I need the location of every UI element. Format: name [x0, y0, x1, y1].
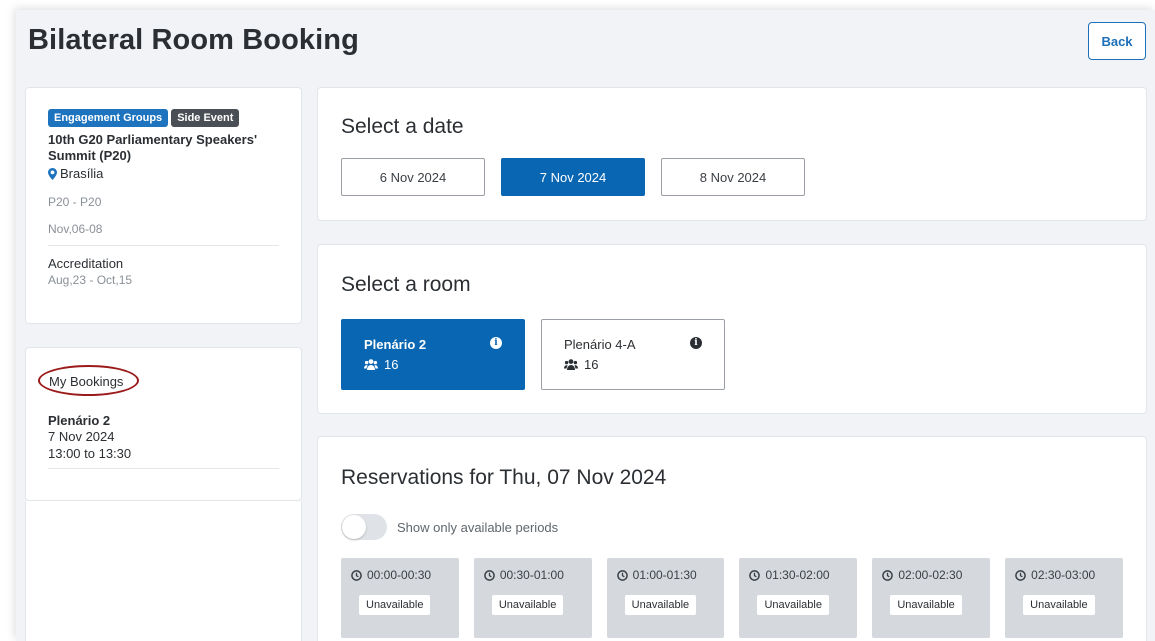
time-slot[interactable]: 01:30-02:00 Unavailable [739, 558, 858, 638]
event-badges: Engagement Groups Side Event [48, 109, 279, 127]
slot-time-text: 00:00-00:30 [367, 568, 432, 582]
slot-status: Unavailable [491, 595, 564, 615]
date-option-8-nov[interactable]: 8 Nov 2024 [661, 158, 805, 196]
clock-icon [882, 569, 894, 581]
slot-time: 01:30-02:00 [749, 568, 847, 582]
badge-engagement-groups: Engagement Groups [48, 109, 169, 127]
room-capacity: 16 [564, 357, 702, 372]
clock-icon [1015, 569, 1026, 581]
slot-time-text: 02:30-03:00 [1031, 568, 1096, 582]
slot-status: Unavailable [624, 595, 697, 615]
slot-status: Unavailable [359, 595, 431, 615]
room-name: Plenário 2 [364, 337, 427, 352]
slot-status: Unavailable [757, 595, 829, 615]
room-select-card: Select a room Plenário 2 16 i Plenário 4… [317, 244, 1147, 414]
date-options: 6 Nov 2024 7 Nov 2024 8 Nov 2024 [341, 158, 1123, 196]
booking-item[interactable]: Plenário 2 7 Nov 2024 13:00 to 13:30 [48, 413, 279, 469]
slot-time: 01:00-01:30 [616, 568, 715, 582]
time-slot[interactable]: 00:30-01:00 Unavailable [473, 558, 592, 638]
available-toggle-row: Show only available periods [341, 514, 1123, 540]
info-icon[interactable]: i [690, 337, 702, 349]
back-button[interactable]: Back [1088, 22, 1146, 60]
my-bookings-card: My Bookings Plenário 2 7 Nov 2024 13:00 … [25, 347, 302, 501]
slot-time: 02:00-02:30 [882, 568, 980, 582]
room-name: Plenário 4-A [564, 337, 636, 352]
room-capacity: 16 [364, 357, 502, 372]
time-slot[interactable]: 02:00-02:30 Unavailable [872, 558, 991, 638]
room-options: Plenário 2 16 i Plenário 4-A 16 i [341, 319, 1123, 390]
slot-time-text: 01:30-02:00 [765, 568, 830, 582]
slot-status: Unavailable [890, 595, 962, 615]
clock-icon [351, 569, 362, 581]
users-icon [364, 359, 378, 370]
room-capacity-value: 16 [584, 357, 599, 372]
accreditation-label: Accreditation [48, 256, 124, 271]
reservations-title: Reservations for Thu, 07 Nov 2024 [341, 466, 667, 489]
event-dates: Nov,06-08 [48, 222, 279, 246]
sidebar-background [25, 501, 302, 641]
date-option-7-nov[interactable]: 7 Nov 2024 [501, 158, 645, 196]
accreditation-dates: Aug,23 - Oct,15 [48, 273, 133, 287]
date-option-6-nov[interactable]: 6 Nov 2024 [341, 158, 485, 196]
toggle-label: Show only available periods [397, 519, 559, 535]
badge-side-event: Side Event [171, 109, 240, 127]
slot-time-text: 02:00-02:30 [898, 568, 963, 582]
map-pin-icon [48, 167, 57, 180]
slot-time: 00:30-01:00 [484, 568, 582, 582]
time-slot[interactable]: 01:00-01:30 Unavailable [606, 558, 725, 638]
room-section-title: Select a room [341, 273, 471, 296]
reservations-card: Reservations for Thu, 07 Nov 2024 Show o… [317, 436, 1147, 641]
toggle-knob [342, 515, 366, 539]
users-icon [564, 359, 578, 370]
page-title: Bilateral Room Booking [28, 24, 359, 56]
slot-time: 00:00-00:30 [351, 568, 449, 582]
app-frame: Bilateral Room Booking Back Engagement G… [16, 10, 1155, 641]
room-option-plenario-4a[interactable]: Plenário 4-A 16 i [541, 319, 725, 390]
slot-status: Unavailable [1023, 595, 1095, 615]
date-select-card: Select a date 6 Nov 2024 7 Nov 2024 8 No… [317, 87, 1147, 221]
available-periods-toggle[interactable] [341, 514, 387, 540]
time-slot[interactable]: 02:30-03:00 Unavailable [1005, 558, 1123, 638]
time-slot[interactable]: 00:00-00:30 Unavailable [341, 558, 459, 638]
time-slots: 00:00-00:30 Unavailable 00:30-01:00 Unav… [341, 558, 1123, 638]
info-icon[interactable]: i [490, 337, 502, 349]
event-name: 10th G20 Parliamentary Speakers' Summit … [48, 132, 258, 163]
event-location: Brasília [48, 166, 279, 181]
my-bookings-title: My Bookings [38, 365, 139, 396]
slot-time-text: 01:00-01:30 [632, 568, 697, 582]
clock-icon [749, 569, 761, 581]
slot-time: 02:30-03:00 [1015, 568, 1113, 582]
date-section-title: Select a date [341, 115, 464, 138]
clock-icon [484, 569, 495, 581]
clock-icon [616, 569, 628, 581]
booking-divider [48, 468, 279, 469]
event-code: P20 - P20 [48, 195, 102, 209]
slot-time-text: 00:30-01:00 [499, 568, 564, 582]
booking-date: 7 Nov 2024 [48, 429, 115, 444]
event-info-card: Engagement Groups Side Event 10th G20 Pa… [25, 87, 302, 324]
booking-room: Plenário 2 [48, 413, 111, 428]
room-option-plenario-2[interactable]: Plenário 2 16 i [341, 319, 525, 390]
booking-time: 13:00 to 13:30 [48, 446, 132, 461]
event-location-text: Brasília [60, 166, 104, 181]
annotation-ellipse [38, 365, 139, 396]
room-capacity-value: 16 [384, 357, 399, 372]
